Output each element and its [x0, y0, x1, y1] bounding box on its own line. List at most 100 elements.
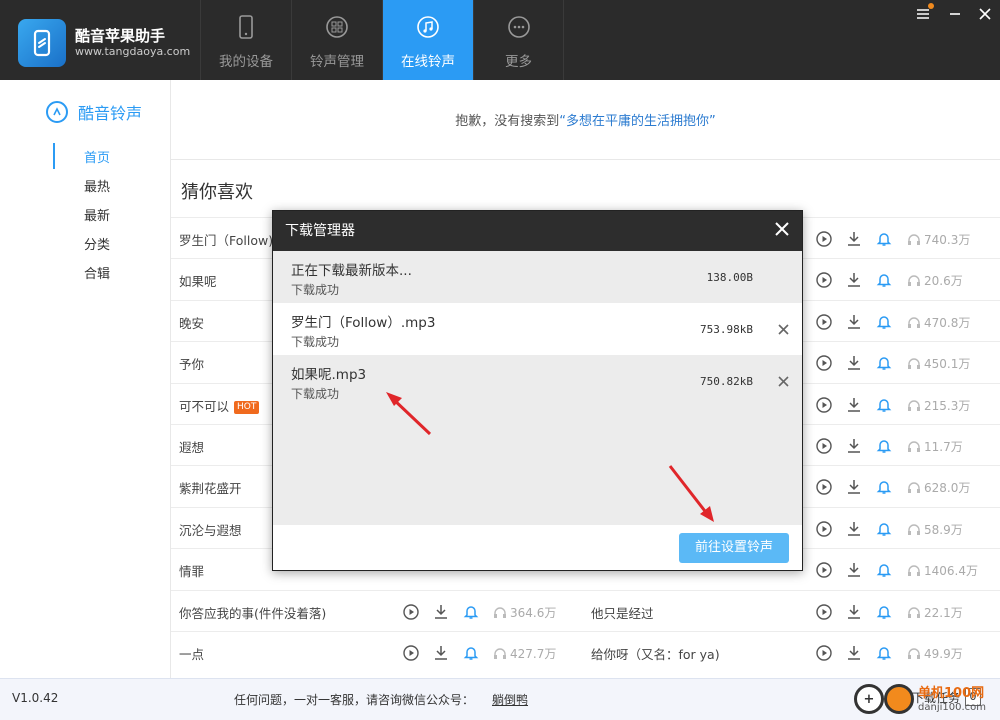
song-name[interactable]: 沉沦与遐想	[179, 520, 242, 539]
set-ringtone-button[interactable]	[463, 604, 479, 620]
download-icon	[848, 273, 860, 288]
play-icon	[403, 603, 419, 620]
play-icon	[816, 355, 832, 371]
download-button[interactable]	[846, 604, 862, 620]
download-button[interactable]	[846, 645, 862, 661]
hot-badge: HOT	[234, 400, 260, 414]
song-name[interactable]: 一点	[179, 644, 204, 663]
sidebar-title-text: 酷音铃声	[78, 104, 143, 123]
watermark-logo-icon	[884, 684, 914, 714]
close-button[interactable]	[974, 4, 996, 24]
remove-item-button[interactable]	[778, 373, 789, 391]
play-button[interactable]	[816, 314, 832, 330]
sidebar-item-newest[interactable]: 最新	[84, 205, 110, 224]
song-name[interactable]: 可不可以 HOT	[179, 396, 260, 415]
set-ringtone-button[interactable]	[876, 397, 892, 413]
tab-ringtone-manage[interactable]: 铃声管理	[291, 0, 382, 80]
watermark-text: 单机100网	[918, 686, 985, 701]
headphone-icon	[908, 648, 920, 659]
download-button[interactable]	[433, 604, 449, 620]
download-status: 下载成功	[291, 335, 340, 349]
set-ringtone-button[interactable]	[876, 231, 892, 247]
download-button[interactable]	[846, 562, 862, 578]
tab-label: 铃声管理	[310, 54, 364, 70]
set-ringtone-button[interactable]	[876, 645, 892, 661]
dialog-header: 下载管理器	[273, 211, 802, 251]
tab-my-device[interactable]: 我的设备	[200, 0, 291, 80]
play-count-value: 49.9万	[924, 647, 963, 661]
minimize-button[interactable]	[944, 4, 966, 24]
sidebar-item-album[interactable]: 合辑	[84, 263, 110, 282]
set-ringtone-button[interactable]	[876, 562, 892, 578]
dialog-footer: 前往设置铃声	[273, 525, 802, 570]
play-button[interactable]	[816, 645, 832, 661]
play-count-value: 740.3万	[924, 233, 971, 247]
play-button[interactable]	[816, 479, 832, 496]
set-ringtone-button[interactable]	[463, 645, 479, 661]
download-button[interactable]	[846, 314, 862, 330]
sidebar-item-category[interactable]: 分类	[84, 234, 110, 253]
download-button[interactable]	[433, 645, 449, 661]
play-button[interactable]	[816, 272, 832, 289]
song-name-text: 你答应我的事(件件没着落)	[179, 605, 327, 621]
song-name-text: 沉沦与遐想	[179, 522, 242, 538]
download-button[interactable]	[846, 479, 862, 495]
set-ringtone-button[interactable]	[876, 479, 892, 495]
download-button[interactable]	[846, 355, 862, 371]
song-name[interactable]: 如果呢	[179, 271, 217, 290]
song-name[interactable]: 他只是经过	[591, 603, 654, 622]
remove-item-button[interactable]	[778, 321, 789, 339]
play-button[interactable]	[816, 396, 832, 413]
tab-more[interactable]: 更多	[473, 0, 564, 80]
song-name[interactable]: 你答应我的事(件件没着落)	[179, 603, 326, 622]
song-name[interactable]: 晚安	[179, 313, 204, 332]
song-name[interactable]: 予你	[179, 354, 204, 373]
play-button[interactable]	[816, 438, 832, 454]
set-ringtone-button[interactable]	[876, 355, 892, 371]
wechat-link[interactable]: 躺倒鸭	[492, 691, 528, 708]
play-count: 58.9万	[907, 521, 963, 538]
play-button[interactable]	[816, 355, 832, 371]
song-name[interactable]: 紫荆花盛开	[179, 478, 242, 497]
play-count: 215.3万	[907, 397, 970, 414]
go-set-ringtone-button[interactable]: 前往设置铃声	[679, 533, 789, 563]
sidebar-item-home[interactable]: 首页	[84, 147, 110, 166]
download-button[interactable]	[846, 272, 862, 288]
menu-button[interactable]	[912, 3, 934, 24]
play-button[interactable]	[816, 231, 832, 247]
dialog-close-button[interactable]	[772, 221, 792, 241]
set-ringtone-button[interactable]	[876, 314, 892, 330]
set-ringtone-button[interactable]	[876, 604, 892, 620]
play-count: 20.6万	[907, 272, 963, 289]
set-ringtone-button[interactable]	[876, 438, 892, 454]
bell-icon	[876, 398, 892, 412]
minimize-icon	[950, 13, 960, 15]
version-label: V1.0.42	[12, 691, 59, 705]
download-icon	[435, 646, 447, 660]
play-count-value: 450.1万	[924, 357, 971, 372]
tab-online-ringtones[interactable]: 在线铃声	[382, 0, 473, 80]
set-ringtone-button[interactable]	[876, 272, 892, 288]
song-name[interactable]: 遐想	[179, 437, 204, 456]
set-ringtone-button[interactable]	[876, 521, 892, 537]
download-manager-dialog: 下载管理器 正在下载最新版本... 下载成功 138.00B 罗生门（Follo…	[272, 210, 803, 571]
download-button[interactable]	[846, 438, 862, 454]
download-button[interactable]	[846, 231, 862, 247]
play-icon	[816, 396, 832, 413]
play-button[interactable]	[816, 562, 832, 578]
table-row: 你答应我的事(件件没着落) 364.6万 他只是经过 22.1万	[171, 589, 1000, 631]
play-button[interactable]	[403, 603, 419, 620]
sidebar-item-hot[interactable]: 最热	[84, 176, 110, 195]
play-button[interactable]	[816, 521, 832, 537]
play-button[interactable]	[816, 603, 832, 620]
song-name[interactable]: 情罪	[179, 561, 204, 580]
dialog-title: 下载管理器	[285, 223, 355, 239]
watermark: + 单机100网 danji100.com	[850, 680, 998, 720]
song-name[interactable]: 罗生门（Follow)	[179, 230, 273, 249]
song-name[interactable]: 给你呀（又名：for ya)	[591, 644, 720, 663]
download-button[interactable]	[846, 397, 862, 413]
download-button[interactable]	[846, 521, 862, 537]
download-icon	[848, 356, 860, 370]
play-icon	[403, 645, 419, 661]
play-button[interactable]	[403, 645, 419, 661]
